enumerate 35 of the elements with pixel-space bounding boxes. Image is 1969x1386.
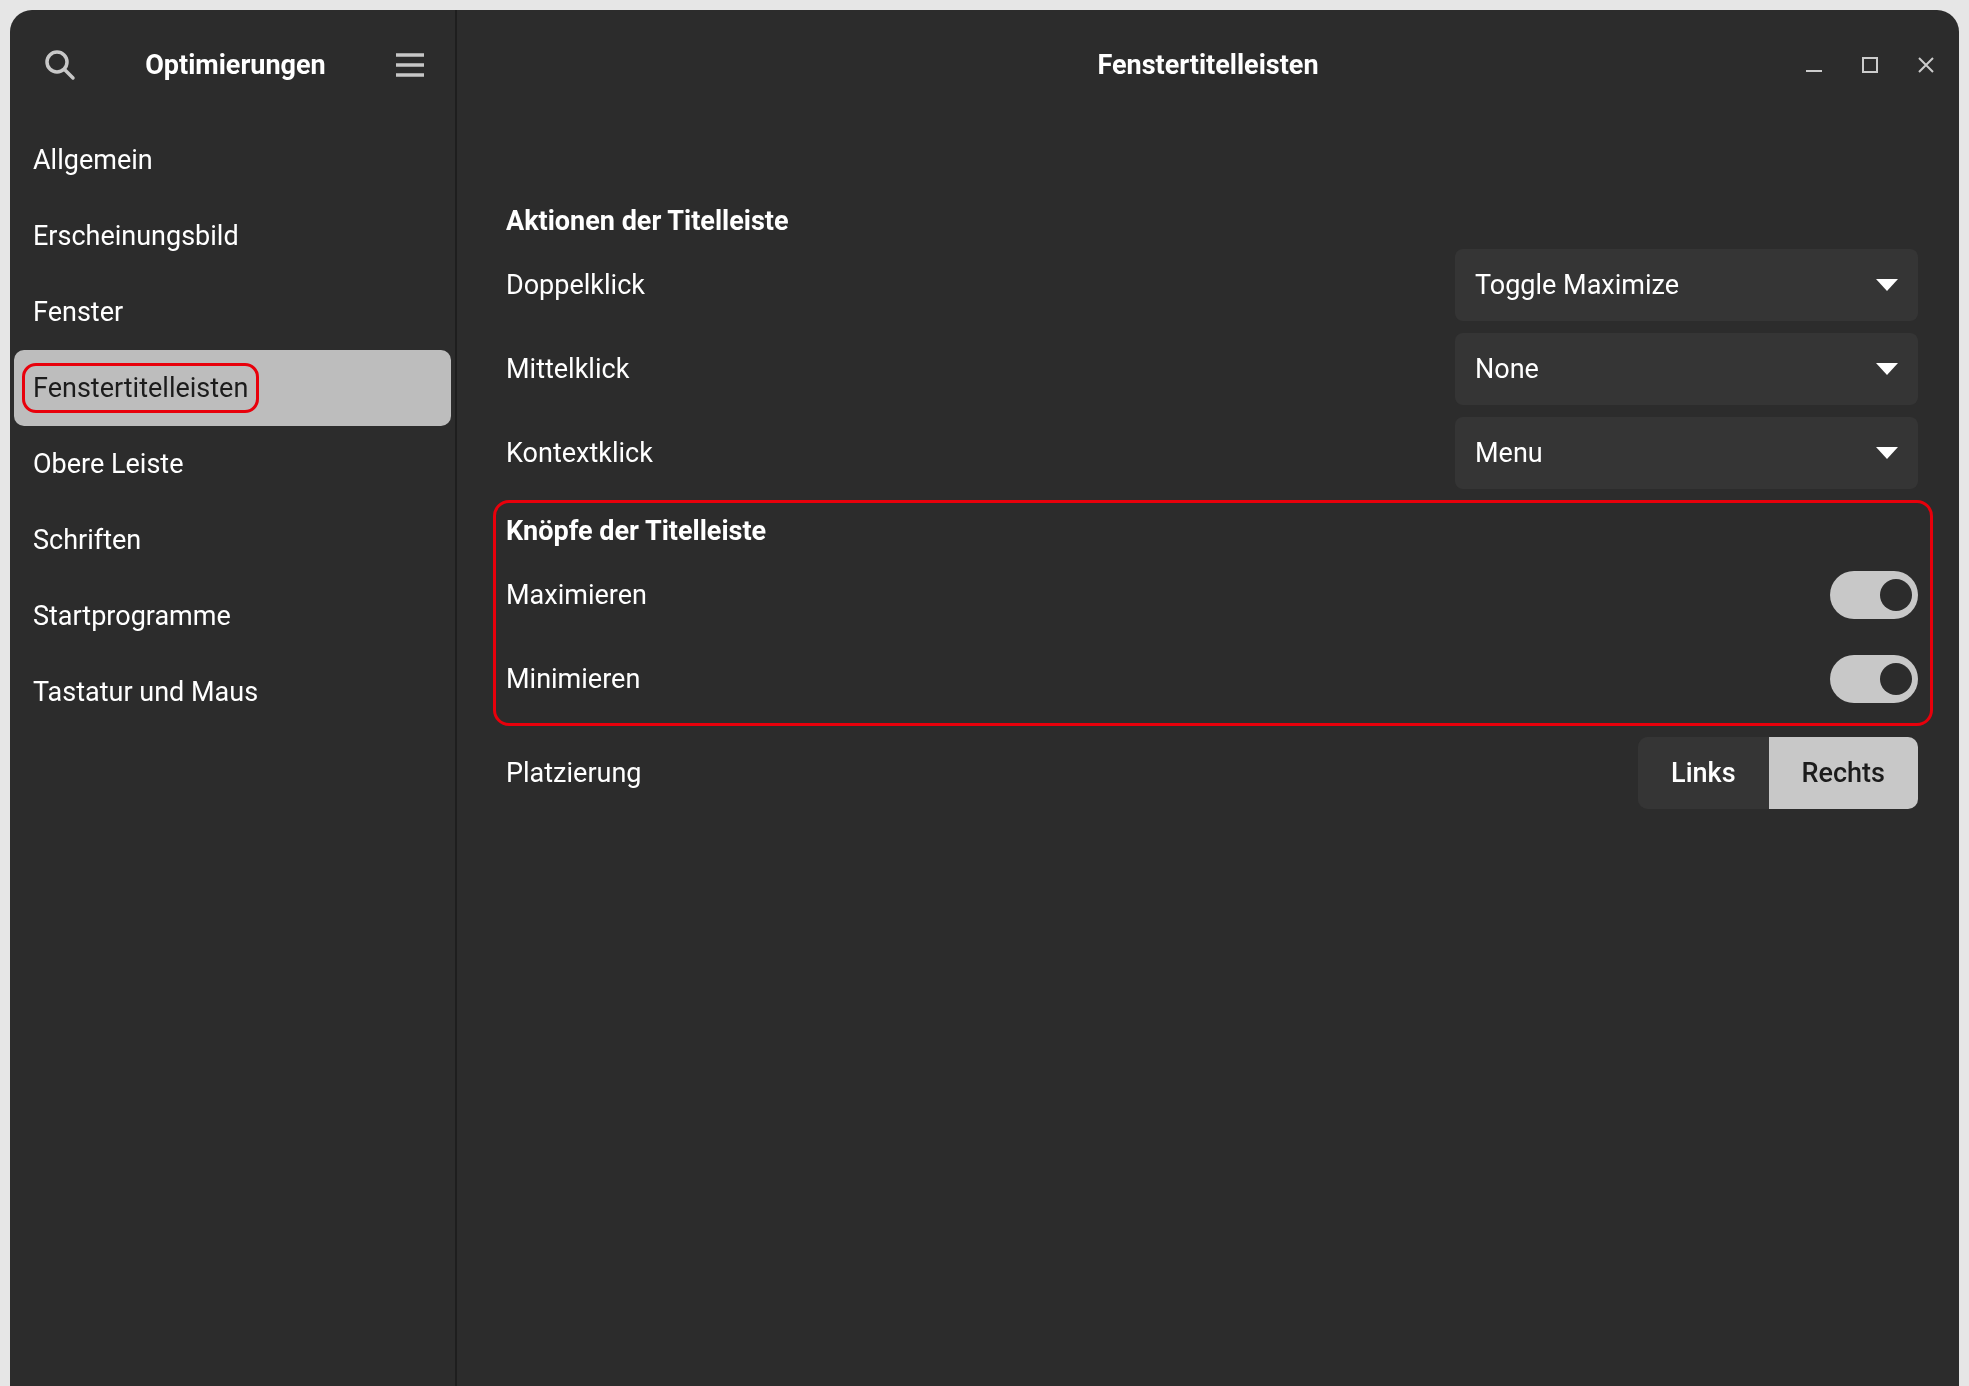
sidebar-item-label: Startprogramme (32, 599, 232, 634)
dropdown[interactable]: Menu (1455, 417, 1918, 489)
section-heading: Aktionen der Titelleiste (506, 204, 790, 239)
dropdown-caret-icon (1876, 279, 1898, 291)
sidebar-item[interactable]: Schriften (14, 502, 451, 578)
sidebar-item-label: Fenster (32, 295, 125, 330)
setting-label: Minimieren (506, 663, 641, 695)
setting-label: Kontextklick (506, 437, 653, 469)
setting-label: Mittelklick (506, 353, 630, 385)
toggle-switch[interactable] (1830, 571, 1918, 619)
dropdown-caret-icon (1876, 447, 1898, 459)
dropdown[interactable]: None (1455, 333, 1918, 405)
sidebar-item-label: Obere Leiste (32, 447, 185, 482)
sidebar-item[interactable]: Startprogramme (14, 578, 451, 654)
setting-label: Platzierung (506, 757, 642, 789)
sidebar-item[interactable]: Allgemein (14, 122, 451, 198)
toggle-switch[interactable] (1830, 655, 1918, 703)
sidebar-item-label: Schriften (32, 523, 143, 558)
dropdown-caret-icon (1876, 363, 1898, 375)
dropdown[interactable]: Toggle Maximize (1455, 249, 1918, 321)
sidebar-item[interactable]: Obere Leiste (14, 426, 451, 502)
setting-label: Maximieren (506, 579, 647, 611)
setting-label: Doppelklick (506, 269, 645, 301)
sidebar-item[interactable]: Erscheinungsbild (14, 198, 451, 274)
sidebar-item-label: Erscheinungsbild (32, 219, 240, 254)
window-title: Fenstertitelleisten (1097, 49, 1319, 81)
sidebar-item-label: Allgemein (32, 143, 154, 178)
sidebar-item[interactable]: Fenster (14, 274, 451, 350)
sidebar-item-label: Fenstertitelleisten (22, 363, 260, 413)
sidebar-item[interactable]: Fenstertitelleisten (14, 350, 451, 426)
sidebar-item-label: Tastatur und Maus (32, 675, 260, 710)
sidebar-title: Optimierungen (145, 49, 326, 81)
segment-button[interactable]: Rechts (1768, 737, 1918, 809)
sidebar-item[interactable]: Tastatur und Maus (14, 654, 451, 730)
section-heading: Knöpfe der Titelleiste (506, 514, 768, 549)
